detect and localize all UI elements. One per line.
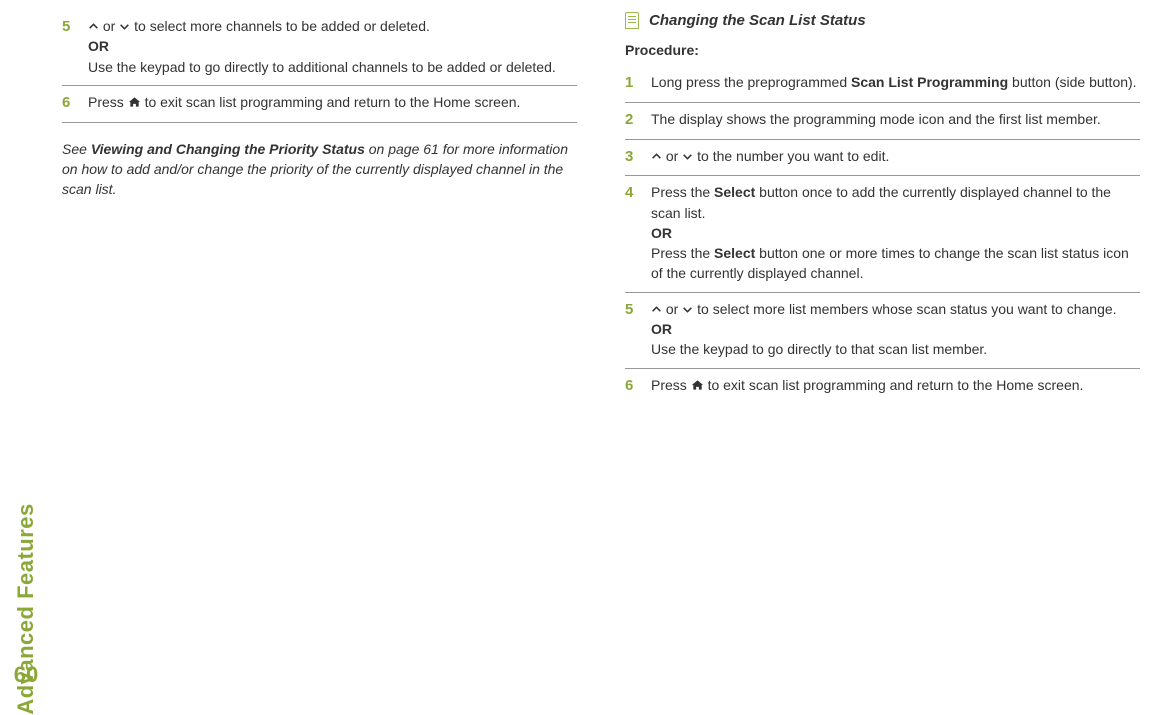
content: 5 or to select more channels to be added…	[52, 0, 1164, 695]
right-column: Changing the Scan List Status Procedure: 1…	[625, 10, 1140, 671]
arrow-up-icon	[88, 20, 99, 34]
step-number: 1	[625, 72, 639, 94]
procedure-step: 4Press the Select button once to add the…	[625, 176, 1140, 292]
procedure-label: Procedure:	[625, 40, 1140, 60]
procedure-step: 6 Press to exit scan list programming and…	[625, 369, 1140, 405]
arrow-down-icon	[682, 150, 693, 164]
procedure-step: 5 or to select more list members whose s…	[625, 293, 1140, 369]
step-body: Press to exit scan list programming and …	[651, 375, 1140, 397]
step-number: 4	[625, 182, 639, 283]
sidebar: Advanced Features 60	[0, 0, 52, 695]
procedure-step: 2 The display shows the programming mode …	[625, 103, 1140, 140]
arrow-down-icon	[682, 303, 693, 317]
step-number: 3	[625, 146, 639, 168]
arrow-down-icon	[119, 20, 130, 34]
procedure-step: 6 Press to exit scan list programming and…	[62, 86, 577, 123]
home-icon	[128, 96, 141, 110]
document-icon	[625, 12, 639, 29]
section-header: Changing the Scan List Status	[625, 10, 1140, 32]
step-body: The display shows the programming mode i…	[651, 109, 1140, 131]
page-number: 60	[14, 659, 38, 691]
arrow-up-icon	[651, 150, 662, 164]
step-number: 2	[625, 109, 639, 131]
step-body: or to select more list members whose sca…	[651, 299, 1140, 360]
procedure-step: 3 or to the number you want to edit.	[625, 140, 1140, 177]
step-body: or to the number you want to edit.	[651, 146, 1140, 168]
step-body: Long press the preprogrammed Scan List P…	[651, 72, 1140, 94]
home-icon	[691, 379, 704, 393]
procedure-step: 5 or to select more channels to be added…	[62, 10, 577, 86]
step-number: 6	[62, 92, 76, 114]
step-body: or to select more channels to be added o…	[88, 16, 577, 77]
left-column: 5 or to select more channels to be added…	[62, 10, 577, 671]
step-number: 5	[625, 299, 639, 360]
reference-note: See Viewing and Changing the Priority St…	[62, 139, 577, 200]
page-container: Advanced Features 60 5 or to select more…	[0, 0, 1164, 695]
section-title: Changing the Scan List Status	[649, 10, 866, 32]
step-body: Press the Select button once to add the …	[651, 182, 1140, 283]
step-number: 5	[62, 16, 76, 77]
step-number: 6	[625, 375, 639, 397]
arrow-up-icon	[651, 303, 662, 317]
procedure-step: 1 Long press the preprogrammed Scan List …	[625, 66, 1140, 103]
step-body: Press to exit scan list programming and …	[88, 92, 577, 114]
